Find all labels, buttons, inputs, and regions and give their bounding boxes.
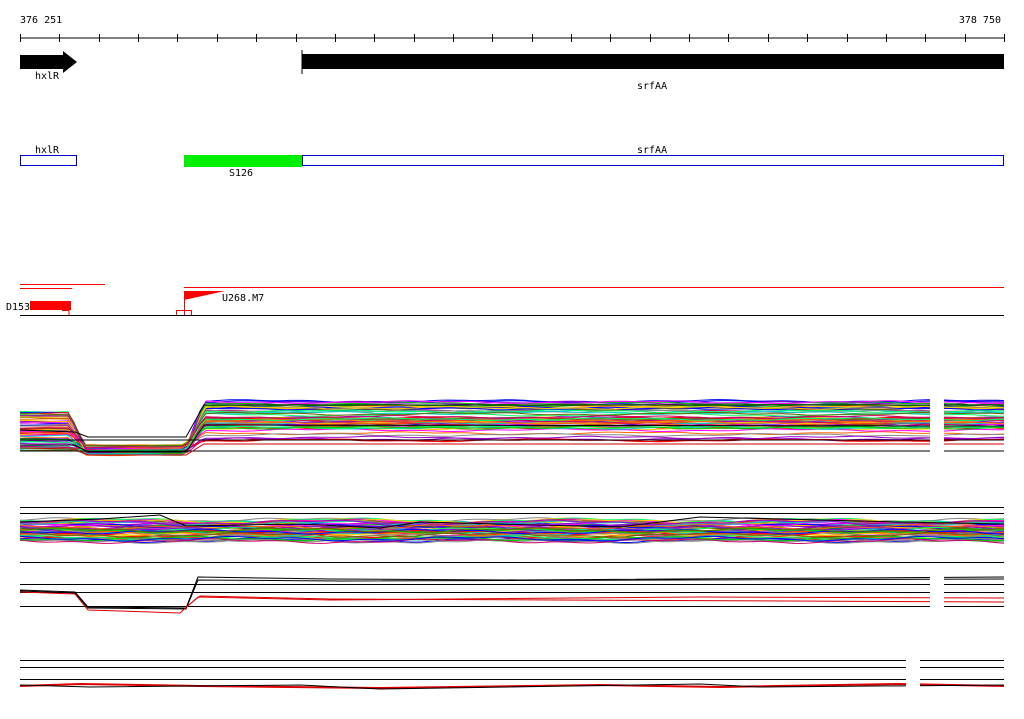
transcript-U268-flag[interactable]: [184, 291, 225, 300]
annotation-hxlR-box[interactable]: [20, 155, 77, 166]
annotation-track: hxlR S126 srfAA: [20, 145, 1004, 179]
expression-panel-2: [19, 507, 1005, 545]
annotation-hxlR-label: hxlR: [35, 145, 60, 156]
expression-panel-1: [19, 390, 1005, 460]
annotation-S126-box[interactable]: [184, 155, 302, 167]
expression-panel-3: [19, 562, 1005, 614]
expression-gap: [930, 390, 944, 460]
transcript-track: D153 U268.M7: [6, 284, 1004, 316]
transcript-U268-label: U268.M7: [222, 293, 264, 304]
ruler-end-label: 378 750: [959, 15, 1001, 26]
gene-track: hxlR srfAA: [20, 50, 1004, 92]
genome-browser-view: 376 251 378 750 hxlR srfAA hxlR S126 srf…: [0, 0, 1024, 714]
annotation-srfAA-label: srfAA: [637, 145, 667, 156]
gene-srfAA-label: srfAA: [637, 81, 667, 92]
genome-browser-canvas: 376 251 378 750 hxlR srfAA hxlR S126 srf…: [6, 15, 1005, 695]
annotation-srfAA-box[interactable]: [302, 155, 1004, 166]
transcript-D153-bar[interactable]: [30, 301, 71, 310]
summary-trace-black: [19, 578, 1005, 610]
expression-gap: [930, 565, 944, 610]
coordinate-ruler: 376 251 378 750: [20, 15, 1005, 42]
gene-hxlR-label: hxlR: [35, 71, 60, 82]
transcript-D153-label: D153: [6, 302, 30, 313]
gene-hxlR-arrow[interactable]: [20, 51, 77, 73]
expression-panel-4: [19, 655, 1005, 695]
transcript-D153-tick: [62, 310, 70, 315]
annotation-S126-label: S126: [229, 168, 253, 179]
gene-srfAA-bar[interactable]: [302, 54, 1004, 69]
expression-gap: [906, 655, 920, 695]
summary-trace-red: [19, 591, 1005, 614]
ruler-start-label: 376 251: [20, 15, 62, 26]
